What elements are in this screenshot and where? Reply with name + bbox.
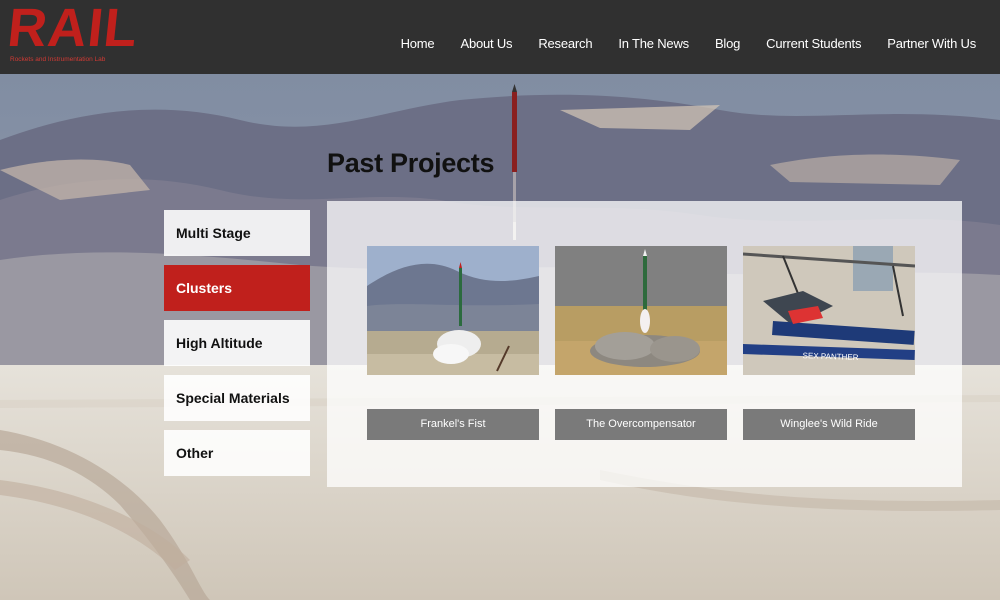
sidebar-item-other[interactable]: Other — [164, 430, 310, 476]
page-title: Past Projects — [327, 148, 495, 178]
project-card — [367, 246, 539, 375]
project-card — [555, 246, 727, 375]
nav-in-the-news[interactable]: In The News — [618, 36, 689, 51]
rail-logo[interactable]: RAIL Rockets and Instrumentation Lab — [5, 0, 141, 68]
nav-research[interactable]: Research — [538, 36, 592, 51]
logo-wordmark: RAIL — [4, 0, 142, 58]
nav-home[interactable]: Home — [401, 36, 435, 51]
project-label-frankels-fist[interactable]: Frankel's Fist — [367, 409, 539, 440]
nav-about-us[interactable]: About Us — [460, 36, 512, 51]
project-label-the-overcompensator[interactable]: The Overcompensator — [555, 409, 727, 440]
sidebar-item-high-altitude[interactable]: High Altitude — [164, 320, 310, 366]
category-sidebar: Multi Stage Clusters High Altitude Speci… — [164, 210, 310, 485]
nav-current-students[interactable]: Current Students — [766, 36, 861, 51]
nav-blog[interactable]: Blog — [715, 36, 740, 51]
site-header: RAIL Rockets and Instrumentation Lab Hom… — [0, 0, 1000, 74]
rocket-launch-mountains-photo[interactable] — [367, 246, 539, 375]
rocket-launch-desert-photo[interactable] — [555, 246, 727, 375]
sidebar-item-multi-stage[interactable]: Multi Stage — [164, 210, 310, 256]
nav-partner-with-us[interactable]: Partner With Us — [887, 36, 976, 51]
project-card: SEX PANTHER — [743, 246, 915, 375]
sidebar-item-special-materials[interactable]: Special Materials — [164, 375, 310, 421]
sidebar-item-clusters[interactable]: Clusters — [164, 265, 310, 311]
main-nav: Home About Us Research In The News Blog … — [375, 36, 977, 51]
logo-subtitle: Rockets and Instrumentation Lab — [10, 56, 106, 63]
project-label-winglees-wild-ride[interactable]: Winglee's Wild Ride — [743, 409, 915, 440]
rocket-on-ground-photo[interactable]: SEX PANTHER — [743, 246, 915, 375]
